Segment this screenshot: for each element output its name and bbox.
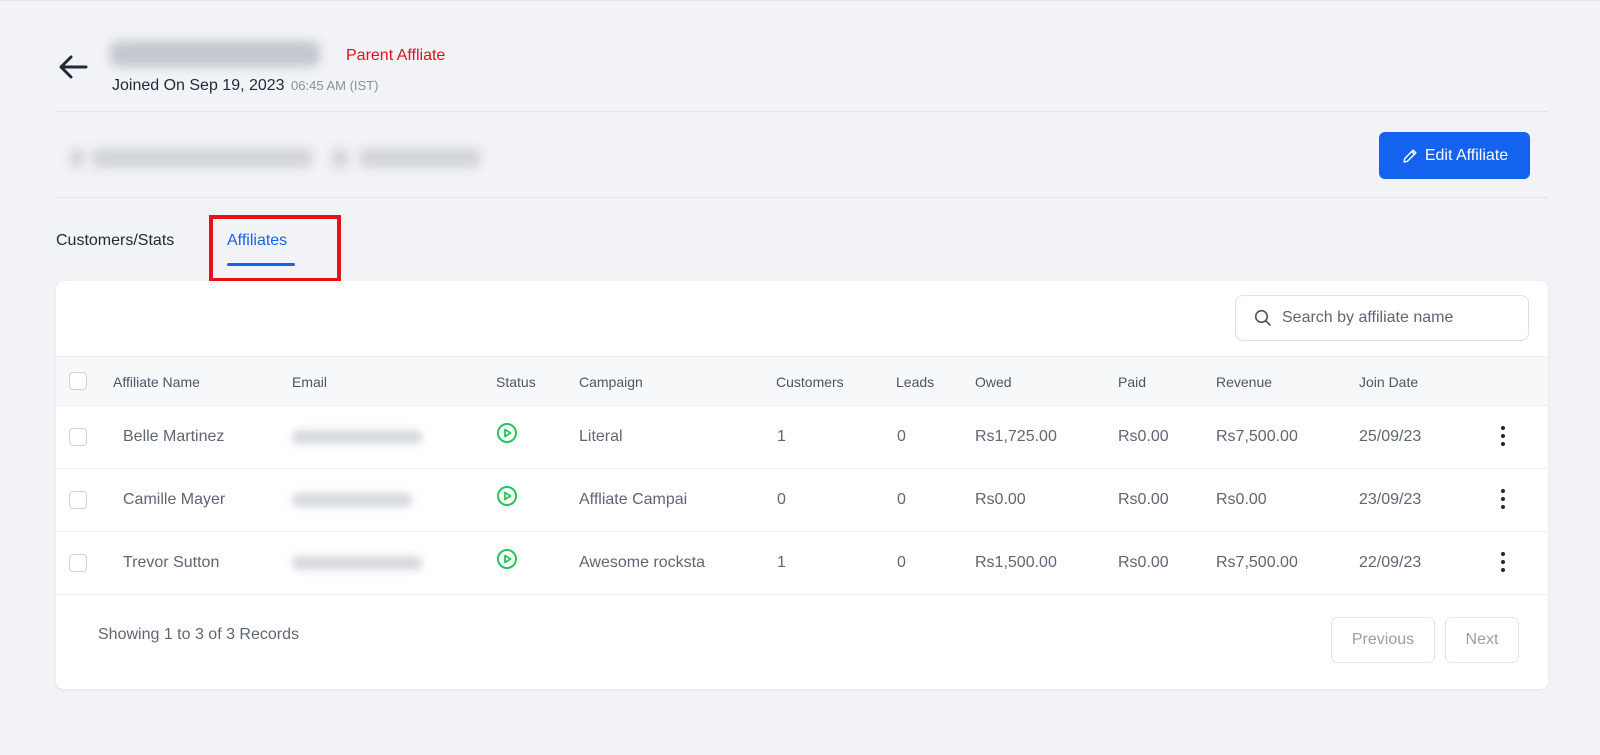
campaign: Literal	[579, 428, 623, 445]
paid-amount: Rs0.00	[1118, 491, 1169, 508]
join-date: 22/09/23	[1359, 554, 1422, 571]
joined-date: Joined On Sep 19, 2023	[112, 77, 285, 94]
row-checkbox[interactable]	[69, 491, 87, 509]
join-date: 23/09/23	[1359, 491, 1422, 508]
leads-count: 0	[897, 491, 906, 508]
row-checkbox[interactable]	[69, 428, 87, 446]
next-page-button[interactable]: Next	[1445, 617, 1519, 663]
campaign: Affliate Campai	[579, 491, 688, 508]
search-icon	[1254, 309, 1271, 326]
row-checkbox[interactable]	[69, 554, 87, 572]
play-circle-icon	[497, 486, 517, 506]
revenue-amount: Rs7,500.00	[1216, 428, 1298, 445]
paid-amount: Rs0.00	[1118, 428, 1169, 445]
active-tab-indicator	[227, 263, 295, 266]
play-circle-icon	[497, 549, 517, 569]
more-vertical-icon[interactable]	[1496, 550, 1510, 574]
owed-amount: Rs0.00	[975, 491, 1026, 508]
column-owed[interactable]: Owed	[975, 374, 1012, 390]
search-input[interactable]	[1280, 308, 1524, 328]
joined-info: Joined On Sep 19, 2023 06:45 AM (IST)	[112, 77, 378, 95]
campaign: Awesome rocksta	[579, 554, 705, 571]
table-row[interactable]: Belle Martinez Literal 1 0 Rs1,725.00 Rs…	[56, 406, 1548, 469]
search-box[interactable]	[1235, 295, 1529, 341]
records-summary: Showing 1 to 3 of 3 Records	[98, 626, 300, 643]
email-redacted	[292, 493, 412, 507]
paid-amount: Rs0.00	[1118, 554, 1169, 571]
affiliate-name[interactable]: Trevor Sutton	[123, 554, 219, 572]
table-header: Affiliate Name Email Status Campaign Cus…	[56, 356, 1548, 406]
previous-page-button[interactable]: Previous	[1331, 617, 1435, 663]
leads-count: 0	[897, 554, 906, 571]
parent-affiliate-label: Parent Affliate	[346, 47, 446, 64]
affiliate-name[interactable]: Camille Mayer	[123, 491, 225, 509]
top-border	[0, 0, 1600, 1]
email-redacted	[292, 556, 422, 570]
leads-count: 0	[897, 428, 906, 445]
divider	[56, 197, 1548, 198]
back-arrow-icon[interactable]	[56, 50, 90, 84]
pencil-icon	[1403, 148, 1417, 163]
contact-info-redacted	[70, 148, 490, 170]
customers-count: 0	[777, 491, 786, 508]
play-circle-icon	[497, 423, 517, 443]
edit-affiliate-button[interactable]: Edit Affiliate	[1379, 132, 1530, 179]
revenue-amount: Rs0.00	[1216, 491, 1267, 508]
joined-time: 06:45 AM (IST)	[291, 78, 379, 93]
affiliate-name-redacted	[110, 41, 320, 67]
column-revenue[interactable]: Revenue	[1216, 374, 1272, 390]
more-vertical-icon[interactable]	[1496, 487, 1510, 511]
tab-affiliates[interactable]: Affiliates	[227, 232, 287, 250]
customers-count: 1	[777, 428, 786, 445]
edit-affiliate-label: Edit Affiliate	[1424, 146, 1509, 164]
column-status[interactable]: Status	[496, 374, 536, 390]
owed-amount: Rs1,725.00	[975, 428, 1057, 445]
select-all-checkbox[interactable]	[69, 372, 87, 390]
join-date: 25/09/23	[1359, 428, 1422, 445]
table-row[interactable]: Camille Mayer Affliate Campai 0 0 Rs0.00…	[56, 469, 1548, 532]
table-row[interactable]: Trevor Sutton Awesome rocksta 1 0 Rs1,50…	[56, 532, 1548, 595]
revenue-amount: Rs7,500.00	[1216, 554, 1298, 571]
affiliate-name[interactable]: Belle Martinez	[123, 428, 224, 446]
email-redacted	[292, 430, 422, 444]
divider	[56, 111, 1548, 112]
tab-customers-stats[interactable]: Customers/Stats	[56, 232, 174, 250]
owed-amount: Rs1,500.00	[975, 554, 1057, 571]
column-campaign[interactable]: Campaign	[579, 374, 643, 390]
column-paid[interactable]: Paid	[1118, 374, 1146, 390]
column-customers[interactable]: Customers	[776, 374, 844, 390]
more-vertical-icon[interactable]	[1496, 424, 1510, 448]
affiliates-table-card: Affiliate Name Email Status Campaign Cus…	[56, 281, 1548, 689]
column-join-date[interactable]: Join Date	[1359, 374, 1418, 390]
column-email[interactable]: Email	[292, 374, 327, 390]
column-leads[interactable]: Leads	[896, 374, 934, 390]
column-affiliate-name[interactable]: Affiliate Name	[113, 374, 200, 390]
customers-count: 1	[777, 554, 786, 571]
